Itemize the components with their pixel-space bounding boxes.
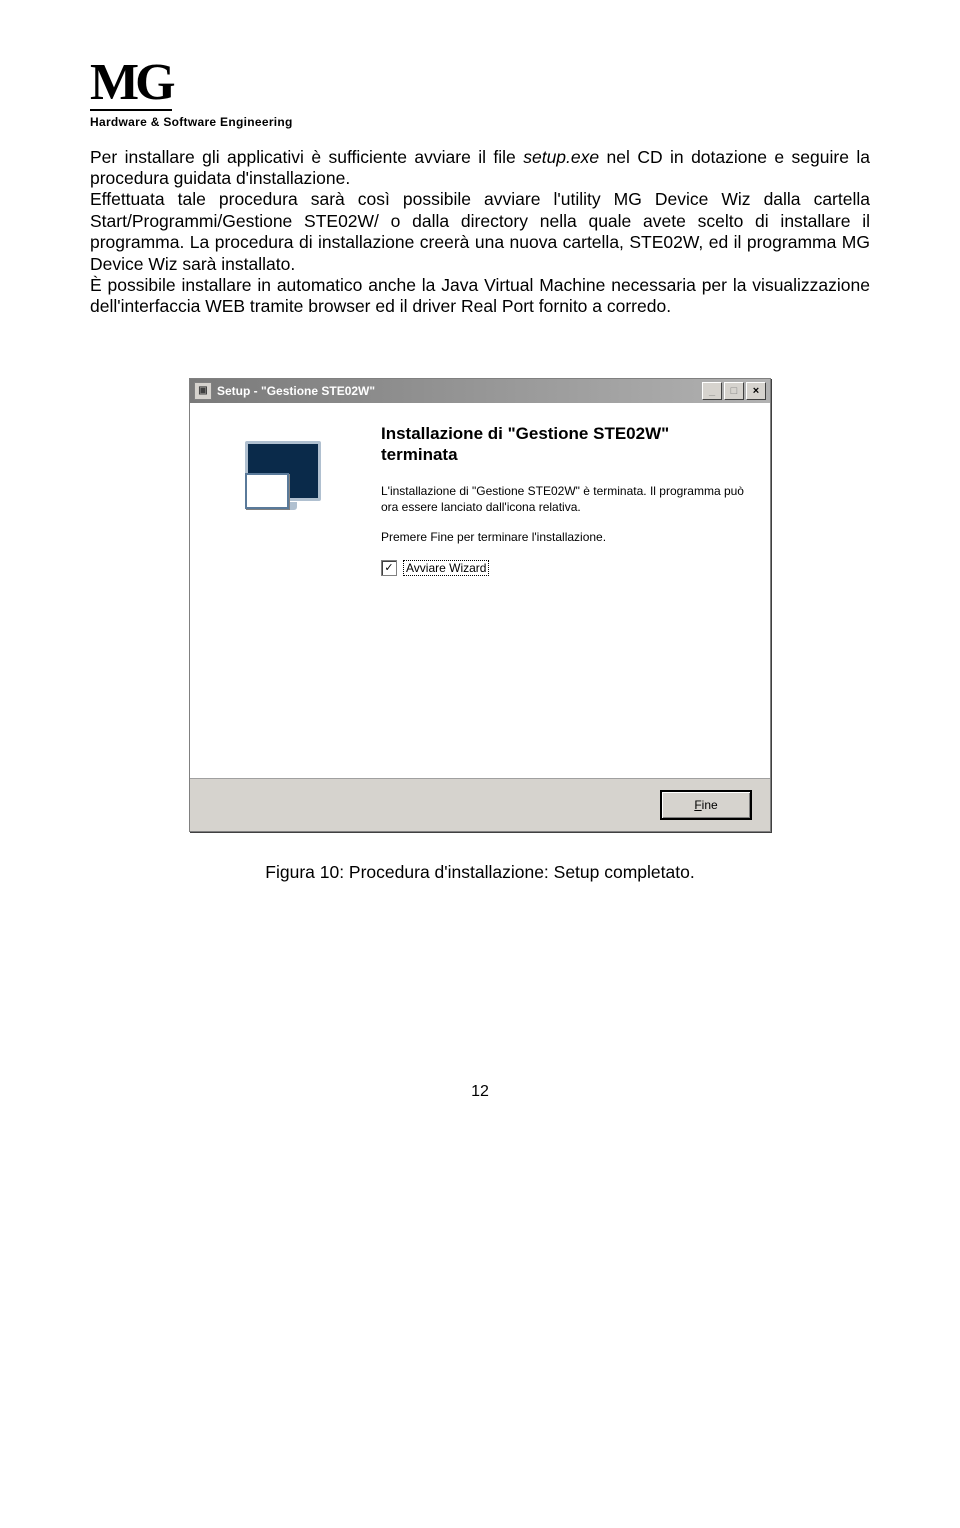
text-p2: Effettuata tale procedura sarà così poss… [90, 189, 870, 273]
maximize-button[interactable]: □ [724, 382, 744, 400]
checkbox-row: ✓ Avviare Wizard [381, 560, 748, 576]
text-p3: È possibile installare in automatico anc… [90, 275, 870, 316]
text-em: setup.exe [523, 147, 599, 167]
side-panel [190, 403, 375, 778]
main-panel: Installazione di "Gestione STE02W" termi… [375, 403, 770, 778]
figure-caption: Figura 10: Procedura d'installazione: Se… [90, 862, 870, 883]
checkbox-label[interactable]: Avviare Wizard [403, 560, 489, 576]
installer-window: ▣ Setup - "Gestione STE02W" _ □ × Instal… [189, 378, 771, 832]
finish-button[interactable]: Fine [660, 790, 752, 820]
setup-icon: ▣ [194, 382, 212, 400]
installer-text-1: L'installazione di "Gestione STE02W" è t… [381, 483, 748, 515]
window-buttons: _ □ × [702, 382, 766, 400]
checkbox[interactable]: ✓ [381, 560, 397, 576]
body-paragraph: Per installare gli applicativi è suffici… [90, 147, 870, 318]
logo: MG [90, 60, 172, 111]
button-bar: Fine [190, 778, 770, 831]
document-page: MG Hardware & Software Engineering Per i… [0, 0, 960, 1141]
installer-text-2: Premere Fine per terminare l'installazio… [381, 529, 748, 545]
close-button[interactable]: × [746, 382, 766, 400]
logo-area: MG Hardware & Software Engineering [90, 60, 870, 129]
tagline: Hardware & Software Engineering [90, 115, 870, 129]
installer-body: Installazione di "Gestione STE02W" termi… [190, 403, 770, 778]
titlebar: ▣ Setup - "Gestione STE02W" _ □ × [190, 379, 770, 403]
window-title: Setup - "Gestione STE02W" [217, 384, 375, 398]
installer-heading: Installazione di "Gestione STE02W" termi… [381, 423, 748, 466]
text-pre: Per installare gli applicativi è suffici… [90, 147, 523, 167]
computer-disk-icon [237, 425, 329, 517]
page-number: 12 [90, 1083, 870, 1101]
minimize-button[interactable]: _ [702, 382, 722, 400]
